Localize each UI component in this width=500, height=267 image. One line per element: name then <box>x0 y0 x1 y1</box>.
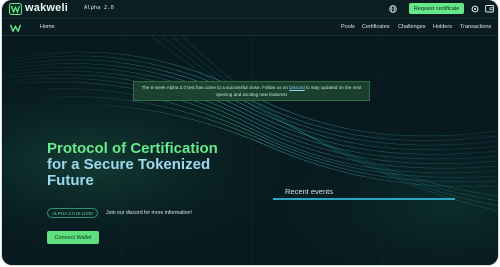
nav-item-transactions[interactable]: Transactions <box>460 24 491 30</box>
wallet-icon[interactable] <box>485 4 494 13</box>
connect-wallet-button[interactable]: Connect Wallet <box>47 231 99 244</box>
nav-home[interactable]: Home <box>40 24 55 30</box>
globe-icon[interactable] <box>389 5 397 13</box>
wakweli-logo-icon[interactable] <box>9 3 22 15</box>
nav-bar: Home Pools Certificates Challenges Holde… <box>2 19 498 36</box>
hero-title-line-2: for a Secure Tokenized <box>47 156 211 173</box>
discord-link[interactable]: Discord <box>289 85 305 90</box>
nav-item-certificates[interactable]: Certificates <box>362 24 390 30</box>
hero-title-line-1: Protocol of Certification <box>47 140 218 157</box>
announcement-banner: The 8-week Alpha 2.0 test has come to a … <box>133 81 370 101</box>
brand-name[interactable]: wakweli <box>25 2 68 14</box>
top-bar: wakweli Alpha 2.0 Request certificate <box>2 0 498 19</box>
announcement-text-before: The 8-week Alpha 2.0 test has come to a … <box>141 85 290 90</box>
gear-icon[interactable] <box>471 5 479 13</box>
app-window: wakweli Alpha 2.0 Request certificate Ho… <box>2 0 498 265</box>
request-certificate-button[interactable]: Request certificate <box>409 3 464 14</box>
alpha-live-badge: ALPHA 2.0 IS LIVE! <box>47 208 98 218</box>
hero-title: Protocol of Certification for a Secure T… <box>47 141 247 189</box>
wakweli-small-logo-icon[interactable] <box>10 24 21 32</box>
nav-item-holders[interactable]: Holders <box>433 24 452 30</box>
discord-note: Join our discord for more information! <box>106 210 192 216</box>
version-label: Alpha 2.0 <box>84 5 114 11</box>
recent-events-title: Recent events <box>285 187 333 196</box>
hero-title-line-3: Future <box>47 172 94 189</box>
nav-item-challenges[interactable]: Challenges <box>398 24 426 30</box>
recent-events-underline <box>273 198 455 200</box>
nav-item-pools[interactable]: Pools <box>341 24 355 30</box>
app-frame: wakweli Alpha 2.0 Request certificate Ho… <box>0 0 500 267</box>
